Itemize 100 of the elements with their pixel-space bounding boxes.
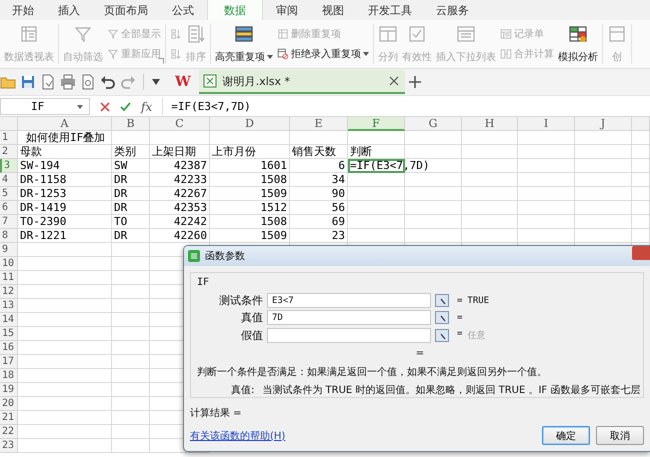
save-icon[interactable] xyxy=(20,74,36,90)
confirm-icon[interactable] xyxy=(120,102,131,112)
row-header[interactable]: 22 xyxy=(0,425,18,439)
column-header[interactable]: A xyxy=(18,117,112,131)
menu-tab[interactable]: 插入 xyxy=(47,0,91,20)
app-logo[interactable]: W xyxy=(171,74,195,90)
parameter-label: 假值 xyxy=(240,328,263,343)
column-header[interactable]: G xyxy=(405,117,462,131)
input-field[interactable] xyxy=(267,328,431,343)
row-header[interactable]: 6 xyxy=(0,201,18,215)
row-header[interactable]: 1 xyxy=(0,131,18,145)
input-field[interactable]: E3<7 xyxy=(267,293,431,308)
table-cell: 42353 xyxy=(150,201,210,215)
column-header[interactable]: I xyxy=(518,117,575,131)
row-header[interactable]: 13 xyxy=(0,299,18,313)
formula-field[interactable]: =IF(E3<7,7D) xyxy=(162,98,650,115)
menu-tab[interactable]: 页面布局 xyxy=(93,0,159,20)
table-cell xyxy=(575,215,632,229)
name-box[interactable]: IF xyxy=(0,98,90,115)
table-cell xyxy=(575,145,632,159)
row-header[interactable]: 8 xyxy=(0,229,18,243)
table-cell: TO xyxy=(112,215,150,229)
result-value: TRUE xyxy=(467,296,490,306)
menu-tab[interactable]: 数据 xyxy=(207,0,263,20)
column-header[interactable]: F xyxy=(348,117,405,131)
table-cell: TO-2390 xyxy=(18,215,112,229)
column-header[interactable]: C xyxy=(150,117,210,131)
row-header[interactable]: 18 xyxy=(0,369,18,383)
ribbon-button[interactable]: 拒绝录入重复项 xyxy=(275,46,371,62)
row-header[interactable]: 12 xyxy=(0,285,18,299)
column-header[interactable]: H xyxy=(462,117,518,131)
column-header[interactable]: D xyxy=(210,117,290,131)
cancel-icon[interactable] xyxy=(100,102,110,112)
menu-tab[interactable]: 公式 xyxy=(161,0,205,20)
table-cell xyxy=(632,159,650,173)
range-select-icon[interactable] xyxy=(435,328,449,342)
insert-function-button[interactable]: fx xyxy=(141,100,152,114)
menu-tab[interactable]: 开始 xyxy=(1,0,45,20)
preview-icon[interactable] xyxy=(80,74,96,90)
row-header[interactable]: 19 xyxy=(0,383,18,397)
ribbon-button[interactable]: 高亮重复项 xyxy=(213,24,275,64)
row-header[interactable]: 16 xyxy=(0,341,18,355)
close-icon[interactable] xyxy=(388,76,399,86)
table-cell: DR-1221 xyxy=(18,229,112,243)
row-header[interactable]: 14 xyxy=(0,313,18,327)
undo-icon[interactable] xyxy=(100,74,116,90)
launcher-icon[interactable] xyxy=(158,58,164,64)
table-cell xyxy=(462,145,518,159)
row-header[interactable]: 3 xyxy=(0,159,18,173)
columns-icon xyxy=(378,24,398,44)
document-title: 谢明月.xlsx * xyxy=(222,74,290,88)
row-header[interactable]: 23 xyxy=(0,439,18,453)
row-header[interactable]: 5 xyxy=(0,187,18,201)
table-cell: 1509 xyxy=(210,187,290,201)
column-header[interactable]: B xyxy=(112,117,150,131)
row-header[interactable]: 4 xyxy=(0,173,18,187)
ribbon-button[interactable]: 模拟分析 xyxy=(556,24,600,64)
dialog-button[interactable]: 确定 xyxy=(542,426,590,445)
row-header[interactable]: 17 xyxy=(0,355,18,369)
row-header[interactable]: 2 xyxy=(0,145,18,159)
table-cell xyxy=(462,187,518,201)
help-link[interactable]: 有关该函数的帮助(H) xyxy=(190,428,286,443)
dialog-button[interactable]: 取消 xyxy=(596,426,644,445)
table-cell: 23 xyxy=(290,229,348,243)
row-header[interactable]: 21 xyxy=(0,411,18,425)
merge-icon xyxy=(500,48,512,60)
table-cell: SW xyxy=(112,159,150,173)
column-header[interactable]: J xyxy=(575,117,632,131)
table-cell xyxy=(462,131,518,145)
input-field[interactable]: 7D xyxy=(267,310,431,326)
row-header[interactable]: 11 xyxy=(0,271,18,285)
argument-description: 当测试条件为 TRUE 时的返回值。如果忽略，则返回 TRUE 。IF 函数最多可嵌套七层 xyxy=(262,384,640,397)
caret-icon[interactable] xyxy=(151,79,161,85)
grid-icon xyxy=(568,24,588,44)
table-cell xyxy=(575,229,632,243)
row-header[interactable]: 15 xyxy=(0,327,18,341)
row-header[interactable]: 7 xyxy=(0,215,18,229)
row-header[interactable]: 20 xyxy=(0,397,18,411)
plus-icon[interactable] xyxy=(408,76,421,88)
equals-sign: = xyxy=(457,312,462,323)
row-header[interactable]: 9 xyxy=(0,243,18,257)
document-tab[interactable]: 谢明月.xlsx * xyxy=(198,70,405,94)
menu-tab[interactable]: 审阅 xyxy=(265,0,309,20)
calculation-result: 计算结果 = xyxy=(190,406,243,420)
menu-tab[interactable]: 视图 xyxy=(311,0,355,20)
range-select-icon[interactable] xyxy=(435,311,449,324)
menu-tab[interactable]: 开发工具 xyxy=(357,0,423,20)
printer-icon[interactable] xyxy=(60,74,76,90)
range-select-icon[interactable] xyxy=(435,294,449,308)
checklist-icon xyxy=(407,24,427,44)
menu-tab[interactable]: 云服务 xyxy=(425,0,480,20)
table-cell xyxy=(348,215,405,229)
table-cell: SW-194 xyxy=(18,159,112,173)
table-cell xyxy=(348,131,405,145)
table-cell xyxy=(112,131,150,145)
argument-label: 真值: xyxy=(231,384,254,397)
document-icon[interactable] xyxy=(40,74,56,90)
table-cell: 1508 xyxy=(210,173,290,187)
row-header[interactable]: 10 xyxy=(0,257,18,271)
column-header[interactable]: E xyxy=(290,117,348,131)
